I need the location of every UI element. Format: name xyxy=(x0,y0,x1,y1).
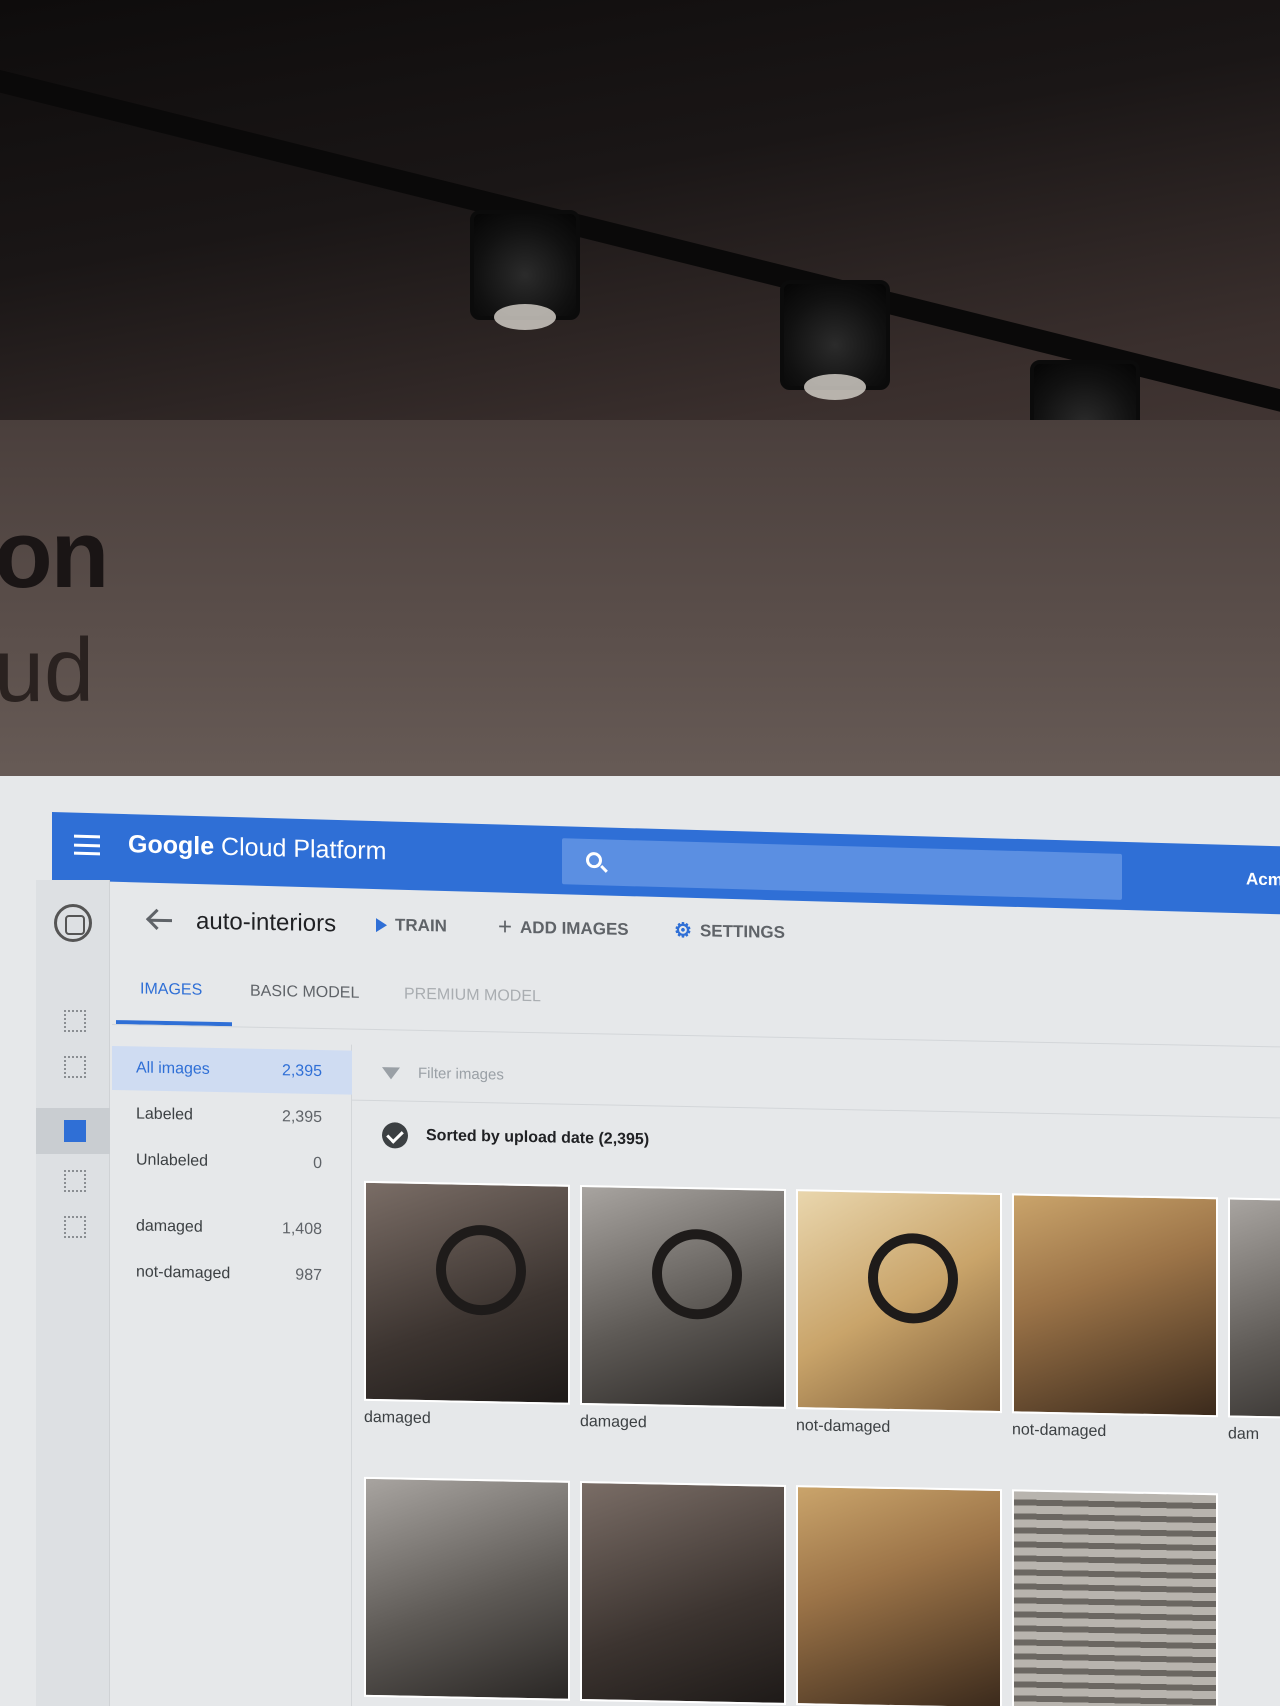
dataset-title: auto-interiors xyxy=(196,907,337,938)
search-icon xyxy=(586,851,602,869)
train-button[interactable]: TRAIN xyxy=(376,915,447,936)
facet-label: damaged xyxy=(136,1217,203,1236)
image-tile[interactable] xyxy=(796,1485,1002,1706)
projection-wall xyxy=(0,420,1280,820)
product-logo[interactable]: Google Cloud Platform xyxy=(128,830,386,866)
car-interior-thumbnail[interactable] xyxy=(1012,1193,1218,1418)
dataset-content: auto-interiors TRAIN + ADD IMAGES ⚙ SETT… xyxy=(112,880,1280,1706)
car-interior-thumbnail[interactable] xyxy=(1012,1489,1218,1706)
car-interior-thumbnail[interactable] xyxy=(796,1485,1002,1706)
tab-basic-model[interactable]: BASIC MODEL xyxy=(250,983,359,1003)
image-tile[interactable]: not-damaged xyxy=(1012,1193,1218,1443)
facet-count: 2,395 xyxy=(281,1108,322,1127)
image-tile[interactable]: damaged xyxy=(364,1180,570,1431)
play-icon xyxy=(376,918,387,933)
train-label: TRAIN xyxy=(395,915,447,936)
projected-console: Google Cloud Platform Acm auto-interiors… xyxy=(0,776,1280,1706)
back-arrow-icon[interactable] xyxy=(150,918,172,923)
tab-premium-model: PREMIUM MODEL xyxy=(404,985,541,1006)
image-tile[interactable] xyxy=(580,1480,786,1705)
facet-label: All images xyxy=(136,1059,210,1078)
grid-icon[interactable] xyxy=(64,1010,86,1032)
facet-label: Unlabeled xyxy=(136,1151,209,1170)
settings-button[interactable]: ⚙ SETTINGS xyxy=(674,919,785,943)
sort-status: Sorted by upload date (2,395) xyxy=(352,1109,649,1167)
add-images-label: ADD IMAGES xyxy=(520,917,629,939)
image-label: damaged xyxy=(580,1412,647,1432)
car-interior-thumbnail[interactable] xyxy=(796,1189,1002,1414)
car-interior-thumbnail[interactable] xyxy=(364,1476,570,1701)
image-label: damaged xyxy=(364,1408,431,1428)
filter-input[interactable]: Filter images xyxy=(418,1065,504,1084)
brand-cloud-platform: Cloud Platform xyxy=(214,832,387,866)
hamburger-menu-icon[interactable] xyxy=(74,834,100,856)
facet-unlabeled[interactable]: Unlabeled 0 xyxy=(112,1138,352,1187)
car-interior-thumbnail[interactable] xyxy=(580,1480,786,1705)
steering-wheel-icon xyxy=(436,1224,526,1316)
stage-light xyxy=(470,210,580,330)
facet-label: not-damaged xyxy=(136,1263,231,1283)
facet-damaged[interactable]: damaged 1,408 xyxy=(112,1204,352,1253)
facet-count: 0 xyxy=(313,1154,322,1173)
car-interior-thumbnail[interactable] xyxy=(1228,1197,1280,1422)
image-label: not-damaged xyxy=(796,1417,891,1436)
filter-icon xyxy=(382,1066,400,1080)
facet-not-damaged[interactable]: not-damaged 987 xyxy=(112,1250,352,1299)
car-interior-thumbnail[interactable] xyxy=(580,1184,786,1409)
check-circle-icon[interactable] xyxy=(382,1122,408,1149)
images-icon[interactable] xyxy=(64,1120,86,1142)
car-interior-thumbnail[interactable] xyxy=(364,1180,570,1405)
image-tile[interactable]: not-damaged xyxy=(796,1189,1002,1439)
gear-icon: ⚙ xyxy=(674,919,692,943)
image-label: dam xyxy=(1228,1425,1260,1444)
plus-icon: + xyxy=(498,913,513,941)
slide-subtitle-fragment: ud xyxy=(0,621,95,721)
facet-count: 987 xyxy=(295,1266,322,1285)
left-nav-rail xyxy=(36,880,110,1706)
grid-icon[interactable] xyxy=(64,1216,86,1238)
facet-count: 1,408 xyxy=(281,1220,322,1239)
stage-light xyxy=(780,280,890,400)
settings-label: SETTINGS xyxy=(699,921,785,942)
facet-count: 2,395 xyxy=(281,1062,322,1081)
filter-bar[interactable]: Filter images xyxy=(352,1044,1280,1119)
account-name[interactable]: Acm xyxy=(1246,869,1280,890)
brand-google: Google xyxy=(128,830,215,861)
steering-wheel-icon xyxy=(652,1228,742,1321)
facet-labeled[interactable]: Labeled 2,395 xyxy=(112,1092,352,1141)
image-tile[interactable] xyxy=(364,1476,570,1701)
add-images-button[interactable]: + ADD IMAGES xyxy=(498,913,629,941)
grid-icon[interactable] xyxy=(64,1056,86,1078)
image-tile[interactable]: dam xyxy=(1228,1197,1280,1444)
grid-icon[interactable] xyxy=(64,1170,86,1192)
steering-wheel-icon xyxy=(868,1232,958,1325)
slide-title-fragment: on xyxy=(0,501,109,608)
tab-images[interactable]: IMAGES xyxy=(140,981,202,1000)
image-grid: damaged damaged not-damaged not-damaged … xyxy=(364,1180,1280,1706)
sort-label: Sorted by upload date (2,395) xyxy=(426,1127,650,1149)
facet-all-images[interactable]: All images 2,395 xyxy=(112,1046,352,1095)
image-label: not-damaged xyxy=(1012,1421,1107,1441)
brain-icon[interactable] xyxy=(54,904,92,942)
facet-label: Labeled xyxy=(136,1105,193,1124)
image-tile[interactable] xyxy=(1012,1489,1218,1706)
image-tile[interactable]: damaged xyxy=(580,1184,786,1435)
label-facets: All images 2,395 Labeled 2,395 Unlabeled… xyxy=(112,1040,352,1706)
